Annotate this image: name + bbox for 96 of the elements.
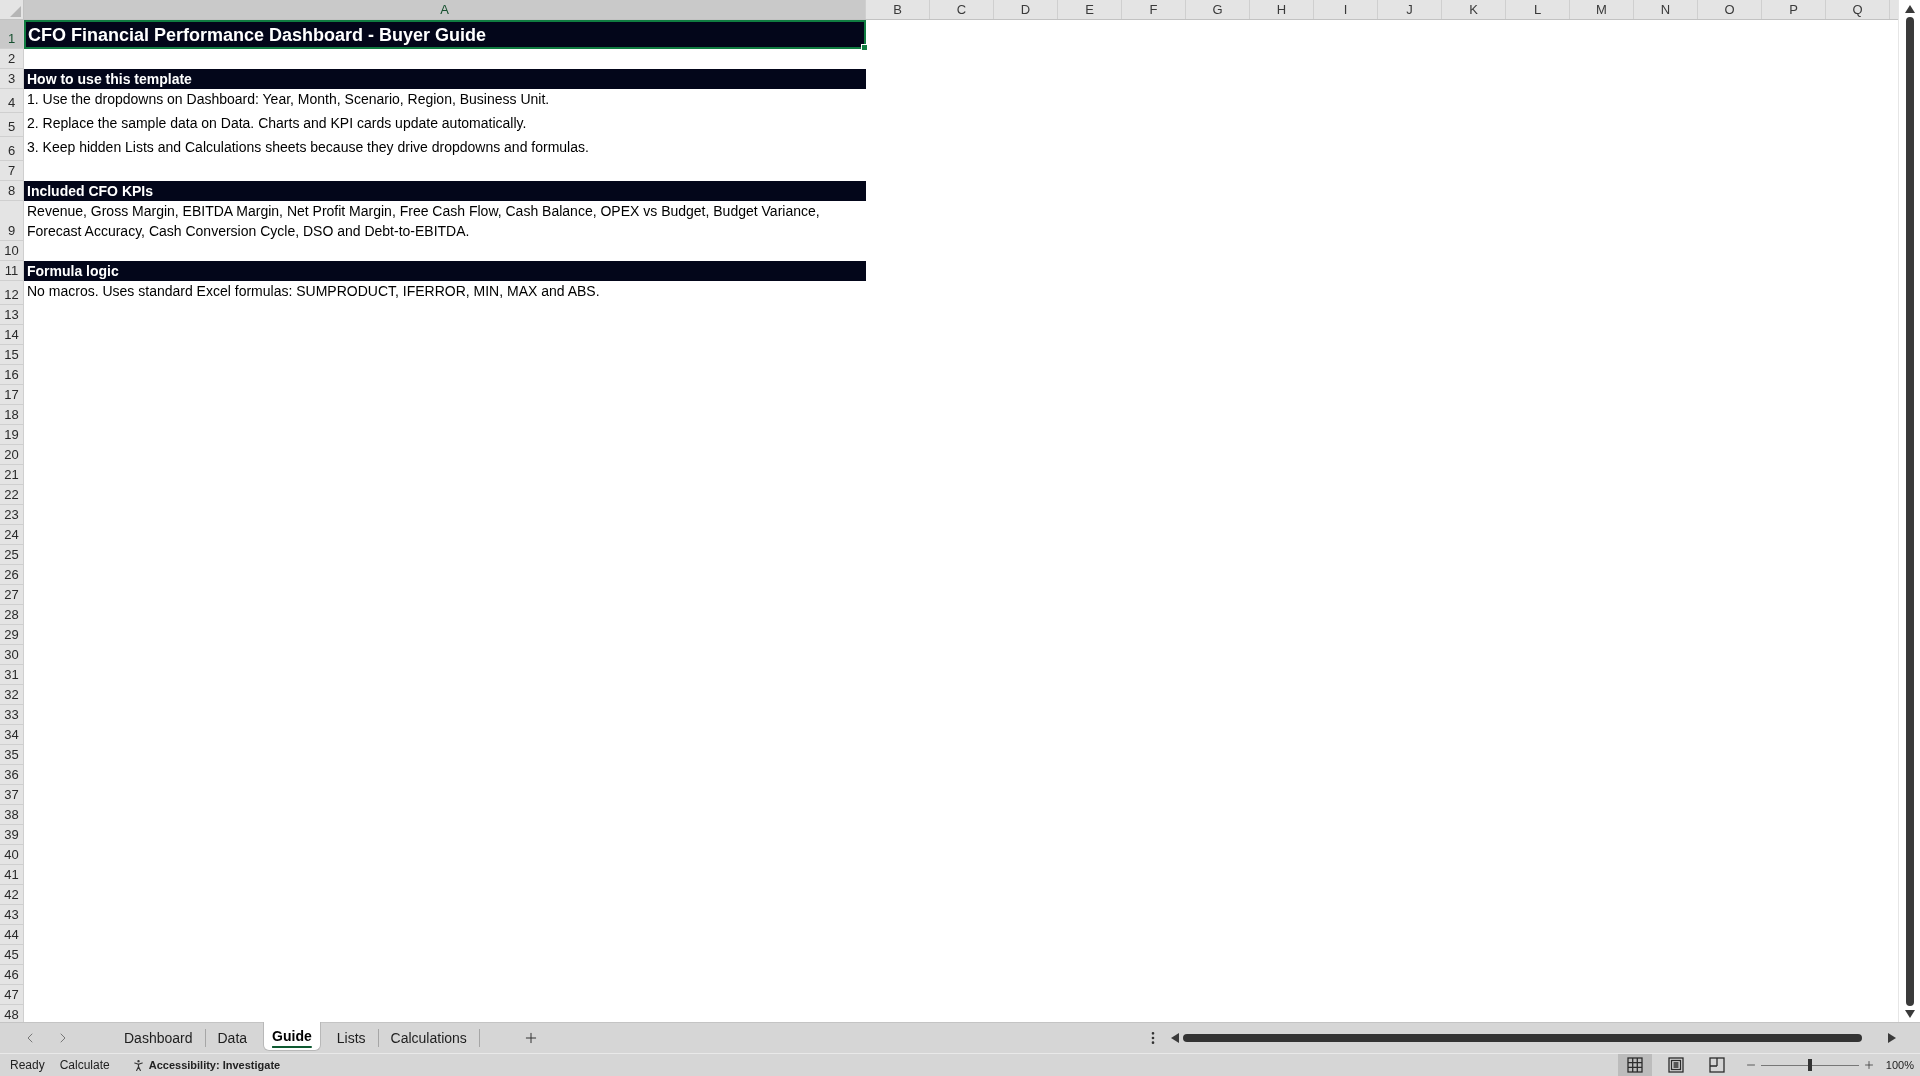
row-header[interactable]: 15 <box>0 345 24 365</box>
row-header[interactable]: 45 <box>0 945 24 965</box>
row-header[interactable]: 41 <box>0 865 24 885</box>
row-header[interactable]: 32 <box>0 685 24 705</box>
row-header[interactable]: 35 <box>0 745 24 765</box>
down-triangle-icon[interactable] <box>1904 1010 1915 1018</box>
sheet-title: CFO Financial Performance Dashboard - Buyer Guide <box>28 25 487 44</box>
row-header[interactable]: 16 <box>0 365 24 385</box>
row-header[interactable]: 23 <box>0 505 24 525</box>
row-header[interactable]: 48 <box>0 1005 24 1022</box>
calculate-button[interactable]: Calculate <box>59 1056 110 1074</box>
column-header[interactable]: O <box>1698 0 1762 19</box>
row-header[interactable]: 31 <box>0 665 24 685</box>
row-header[interactable]: 13 <box>0 305 24 325</box>
plus-icon <box>1862 1059 1875 1071</box>
grid-icon <box>1626 1057 1643 1073</box>
row-header[interactable]: 7 <box>0 161 24 181</box>
column-header[interactable]: I <box>1314 0 1378 19</box>
column-header[interactable]: N <box>1634 0 1698 19</box>
square-handle-icon[interactable] <box>861 44 868 51</box>
column-header[interactable]: J <box>1378 0 1442 19</box>
column-header[interactable]: G <box>1186 0 1250 19</box>
right-triangle-icon[interactable] <box>1888 1033 1896 1043</box>
row-header[interactable]: 36 <box>0 765 24 785</box>
row-header[interactable]: 46 <box>0 965 24 985</box>
row-header[interactable]: 9 <box>0 201 24 241</box>
column-header[interactable]: D <box>994 0 1058 19</box>
row-header[interactable]: 27 <box>0 585 24 605</box>
row-header[interactable]: 19 <box>0 425 24 445</box>
row-header[interactable]: 18 <box>0 405 24 425</box>
row-header[interactable]: 14 <box>0 325 24 345</box>
row-header[interactable]: 29 <box>0 625 24 645</box>
column-header[interactable]: L <box>1506 0 1570 19</box>
row-header[interactable]: 44 <box>0 925 24 945</box>
row-header[interactable]: 1 <box>0 20 24 49</box>
sheet-tab[interactable]: Guide <box>263 1022 321 1051</box>
row-header[interactable]: 8 <box>0 181 24 201</box>
row-header[interactable]: 38 <box>0 805 24 825</box>
scrollbar-thumb[interactable] <box>1183 1034 1862 1042</box>
row-header[interactable]: 17 <box>0 385 24 405</box>
normal-view-button[interactable] <box>1617 1054 1652 1076</box>
sheet-tab[interactable]: Dashboard <box>112 1023 205 1053</box>
row-header[interactable]: 22 <box>0 485 24 505</box>
row-header[interactable]: 39 <box>0 825 24 845</box>
page-layout-icon <box>1667 1057 1684 1073</box>
row-header[interactable]: 33 <box>0 705 24 725</box>
row-header[interactable]: 25 <box>0 545 24 565</box>
row-header[interactable]: 20 <box>0 445 24 465</box>
row-header[interactable]: 37 <box>0 785 24 805</box>
row-header[interactable]: 2 <box>0 49 24 69</box>
row-header[interactable]: 21 <box>0 465 24 485</box>
sheet-tab[interactable]: Data <box>205 1023 260 1053</box>
column-header[interactable]: H <box>1250 0 1314 19</box>
row-header[interactable]: 28 <box>0 605 24 625</box>
row-header[interactable]: 34 <box>0 725 24 745</box>
status-text: Ready <box>10 1057 45 1074</box>
sheet-tab[interactable]: Calculations <box>378 1023 479 1053</box>
column-header[interactable]: P <box>1762 0 1826 19</box>
column-header[interactable]: Q <box>1826 0 1890 19</box>
column-header[interactable]: C <box>930 0 994 19</box>
cell-text: 1. Use the dropdowns on Dashboard: Year, Month, Scenario, Region, Business Unit. <box>27 90 550 109</box>
column-header[interactable]: F <box>1122 0 1186 19</box>
column-header[interactable]: B <box>866 0 930 19</box>
row-header[interactable]: 11 <box>0 261 24 281</box>
row-header[interactable]: 12 <box>0 281 24 305</box>
row-header[interactable]: 43 <box>0 905 24 925</box>
scrollbar-thumb[interactable] <box>1905 17 1914 1006</box>
row-header[interactable]: 30 <box>0 645 24 665</box>
column-header[interactable]: K <box>1442 0 1506 19</box>
column-header[interactable]: E <box>1058 0 1122 19</box>
row-header[interactable]: 42 <box>0 885 24 905</box>
accessibility-button[interactable]: Accessibility: Investigate <box>130 1056 281 1074</box>
left-triangle-icon[interactable] <box>1171 1033 1179 1043</box>
sheet-tab[interactable]: Lists <box>324 1023 378 1053</box>
row-header[interactable]: 26 <box>0 565 24 585</box>
row-header[interactable]: 47 <box>0 985 24 1005</box>
cell-text: No macros. Uses standard Excel formulas: SUMPRODUCT, IFERROR, MIN, MAX and ABS. <box>27 282 600 301</box>
column-header[interactable]: A <box>24 0 866 19</box>
row-header[interactable]: 6 <box>0 137 24 161</box>
cell-text: 3. Keep hidden Lists and Calculations sheets because they drive dropdowns and formulas. <box>27 138 589 157</box>
row-header[interactable]: 3 <box>0 69 24 89</box>
row-header[interactable]: 4 <box>0 89 24 113</box>
row-header[interactable]: 24 <box>0 525 24 545</box>
section-title: Formula logic <box>27 264 119 278</box>
row-header[interactable]: 40 <box>0 845 24 865</box>
section-title: Included CFO KPIs <box>27 184 153 198</box>
page-break-icon <box>1708 1057 1725 1073</box>
up-triangle-icon[interactable] <box>1904 5 1915 13</box>
section-title: How to use this template <box>27 72 192 86</box>
column-header[interactable]: M <box>1570 0 1634 19</box>
zoom-percent: 100% <box>1885 1057 1914 1073</box>
row-header[interactable]: 5 <box>0 113 24 137</box>
zoom-slider-thumb[interactable] <box>1807 1059 1812 1071</box>
cell-text: Revenue, Gross Margin, EBITDA Margin, Net Profit Margin, Free Cash Flow, Cash Balance, OPEX vs Budget, Budget Variance, Forecast Accuracy, Cash Conversion Cycle, DSO and Debt-to-EBITDA. <box>27 202 821 241</box>
row-header[interactable]: 10 <box>0 241 24 261</box>
cell-text: 2. Replace the sample data on Data. Charts and KPI cards update automatically. <box>27 114 527 133</box>
